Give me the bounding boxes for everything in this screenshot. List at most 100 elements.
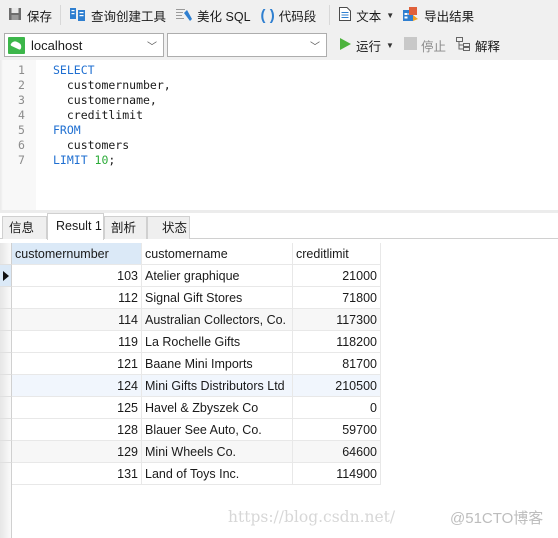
tab-result-1[interactable]: Result 1 bbox=[47, 213, 104, 240]
table-row[interactable]: 119 La Rochelle Gifts 118200 bbox=[0, 331, 381, 353]
code-text: FROM bbox=[53, 123, 81, 137]
column-header-customernumber[interactable]: customernumber bbox=[12, 243, 142, 265]
export-icon bbox=[402, 6, 420, 25]
tab-status[interactable]: 状态 bbox=[147, 216, 190, 239]
cell-customernumber[interactable]: 129 bbox=[12, 441, 142, 463]
save-label: 保存 bbox=[27, 9, 53, 24]
cell-customername[interactable]: Blauer See Auto, Co. bbox=[142, 419, 293, 441]
query-builder-label: 查询创建工具 bbox=[91, 9, 167, 24]
beautify-sql-button[interactable]: 美化 SQL bbox=[172, 3, 254, 27]
table-row[interactable]: 131 Land of Toys Inc. 114900 bbox=[0, 463, 381, 485]
text-mode-button[interactable]: 文本 ▼ bbox=[335, 3, 397, 27]
cell-creditlimit[interactable]: 118200 bbox=[293, 331, 381, 353]
code-line: 3 customername, bbox=[0, 93, 558, 108]
stop-button[interactable]: 停止 bbox=[401, 33, 449, 57]
semicolon: ; bbox=[108, 153, 116, 167]
row-indicator-rail bbox=[0, 482, 12, 538]
save-button[interactable]: 保存 bbox=[4, 3, 55, 27]
row-indicator bbox=[0, 419, 12, 441]
code-line: 4 creditlimit bbox=[0, 108, 558, 123]
code-line: 7 LIMIT 10; bbox=[0, 153, 558, 168]
cell-customernumber[interactable]: 119 bbox=[12, 331, 142, 353]
dropdown-caret-icon[interactable]: ▼ bbox=[386, 41, 394, 50]
cell-customernumber[interactable]: 131 bbox=[12, 463, 142, 485]
explain-button[interactable]: 解释 bbox=[452, 33, 503, 57]
result-tabs: 信息 Result 1 剖析 状态 bbox=[0, 213, 558, 240]
cell-customernumber[interactable]: 128 bbox=[12, 419, 142, 441]
table-row[interactable]: 128 Blauer See Auto, Co. 59700 bbox=[0, 419, 381, 441]
code-line: 2 customernumber, bbox=[0, 78, 558, 93]
line-number: 4 bbox=[18, 108, 25, 122]
row-indicator bbox=[0, 331, 12, 353]
row-indicator bbox=[0, 375, 12, 397]
column-header-creditlimit[interactable]: creditlimit bbox=[293, 243, 381, 265]
stop-icon bbox=[403, 37, 417, 53]
text-document-icon bbox=[338, 6, 352, 25]
cell-customername[interactable]: Baane Mini Imports bbox=[142, 353, 293, 375]
code-text: customernumber, bbox=[53, 78, 171, 92]
code-snippet-button[interactable]: ( ) 代码段 bbox=[258, 3, 320, 27]
line-number: 1 bbox=[18, 63, 25, 77]
row-indicator bbox=[0, 265, 12, 287]
export-results-label: 导出结果 bbox=[424, 9, 475, 24]
beautify-icon bbox=[175, 6, 193, 25]
cell-creditlimit[interactable]: 59700 bbox=[293, 419, 381, 441]
cell-customernumber[interactable]: 103 bbox=[12, 265, 142, 287]
cell-creditlimit[interactable]: 114900 bbox=[293, 463, 381, 485]
cell-creditlimit[interactable]: 71800 bbox=[293, 287, 381, 309]
toolbar-divider bbox=[329, 5, 331, 25]
row-indicator bbox=[0, 353, 12, 375]
row-indicator bbox=[0, 287, 12, 309]
cell-customername[interactable]: Australian Collectors, Co. bbox=[142, 309, 293, 331]
cell-creditlimit[interactable]: 21000 bbox=[293, 265, 381, 287]
table-row[interactable]: 125 Havel & Zbyszek Co 0 bbox=[0, 397, 381, 419]
export-results-button[interactable]: 导出结果 bbox=[399, 3, 477, 27]
cell-customernumber[interactable]: 124 bbox=[12, 375, 142, 397]
cell-customername[interactable]: La Rochelle Gifts bbox=[142, 331, 293, 353]
cell-customername[interactable]: Mini Gifts Distributors Ltd bbox=[142, 375, 293, 397]
sql-editor[interactable]: 1 SELECT 2 customernumber, 3 customernam… bbox=[0, 60, 558, 210]
code-line: 6 customers bbox=[0, 138, 558, 153]
line-number: 5 bbox=[18, 123, 25, 137]
query-builder-icon bbox=[69, 6, 87, 25]
dropdown-caret-icon[interactable]: ▼ bbox=[386, 11, 394, 20]
cell-customername[interactable]: Signal Gift Stores bbox=[142, 287, 293, 309]
table-row[interactable]: 121 Baane Mini Imports 81700 bbox=[0, 353, 381, 375]
cell-customername[interactable]: Mini Wheels Co. bbox=[142, 441, 293, 463]
code-text: customers bbox=[53, 138, 130, 152]
table-row[interactable]: 114 Australian Collectors, Co. 117300 bbox=[0, 309, 381, 331]
table-row[interactable]: 124 Mini Gifts Distributors Ltd 210500 bbox=[0, 375, 381, 397]
chevron-down-icon[interactable]: ﹀ bbox=[147, 38, 157, 53]
cell-customername[interactable]: Land of Toys Inc. bbox=[142, 463, 293, 485]
cell-customername[interactable]: Atelier graphique bbox=[142, 265, 293, 287]
tab-info[interactable]: 信息 bbox=[2, 216, 47, 239]
cell-customername[interactable]: Havel & Zbyszek Co bbox=[142, 397, 293, 419]
connection-select[interactable]: localhost ﹀ bbox=[4, 33, 164, 57]
connection-toolbar: localhost ﹀ ﹀ 运行 ▼ 停止 解释 bbox=[0, 30, 558, 60]
run-button[interactable]: 运行 ▼ bbox=[335, 33, 397, 57]
table-row[interactable]: 129 Mini Wheels Co. 64600 bbox=[0, 441, 381, 463]
cell-customernumber[interactable]: 121 bbox=[12, 353, 142, 375]
text-mode-label: 文本 bbox=[356, 9, 382, 24]
chevron-down-icon[interactable]: ﹀ bbox=[310, 38, 320, 53]
cell-creditlimit[interactable]: 81700 bbox=[293, 353, 381, 375]
tab-profile[interactable]: 剖析 bbox=[104, 216, 147, 239]
table-row[interactable]: 112 Signal Gift Stores 71800 bbox=[0, 287, 381, 309]
cell-customernumber[interactable]: 125 bbox=[12, 397, 142, 419]
query-builder-button[interactable]: 查询创建工具 bbox=[66, 3, 169, 27]
current-row-pointer-icon bbox=[3, 271, 9, 281]
column-header-customername[interactable]: customername bbox=[142, 243, 293, 265]
database-select[interactable]: ﹀ bbox=[167, 33, 327, 57]
cell-creditlimit[interactable]: 0 bbox=[293, 397, 381, 419]
table-row[interactable]: 103 Atelier graphique 21000 bbox=[0, 265, 381, 287]
code-line: 5 FROM bbox=[0, 123, 558, 138]
code-snippet-icon: ( ) bbox=[260, 6, 275, 24]
code-text: creditlimit bbox=[53, 108, 144, 122]
cell-customernumber[interactable]: 114 bbox=[12, 309, 142, 331]
main-toolbar: 保存 查询创建工具 美化 SQL ( ) 代码段 文本 ▼ 导出结果 bbox=[0, 0, 558, 30]
cell-customernumber[interactable]: 112 bbox=[12, 287, 142, 309]
code-text: customername, bbox=[53, 93, 157, 107]
cell-creditlimit[interactable]: 117300 bbox=[293, 309, 381, 331]
cell-creditlimit[interactable]: 64600 bbox=[293, 441, 381, 463]
cell-creditlimit[interactable]: 210500 bbox=[293, 375, 381, 397]
